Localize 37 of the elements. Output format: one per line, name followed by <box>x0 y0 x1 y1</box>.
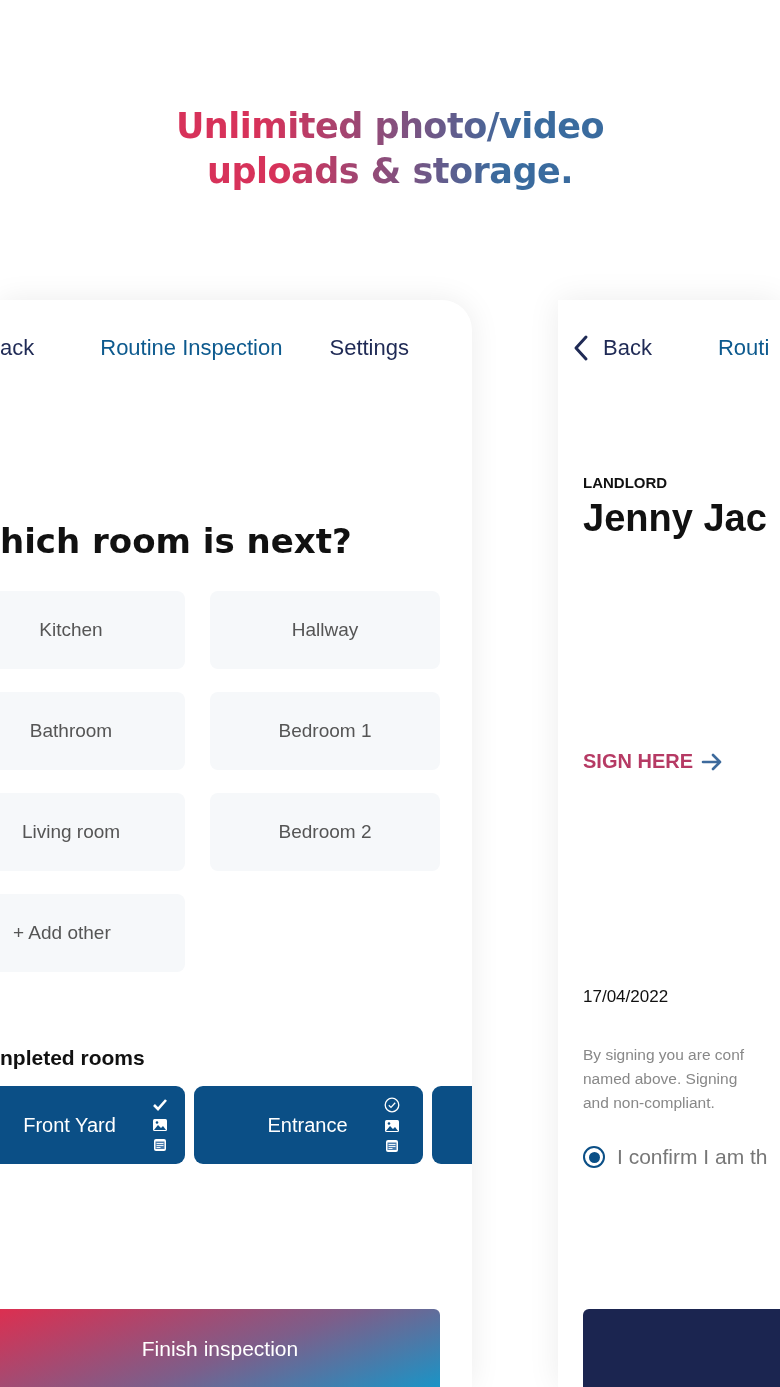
note-icon <box>152 1138 167 1152</box>
room-button[interactable]: Bedroom 2 <box>210 793 440 871</box>
notice-text: and non-compliant. <box>583 1093 716 1113</box>
radio-button[interactable] <box>583 1146 605 1168</box>
settings-link[interactable]: Settings <box>329 335 409 361</box>
check-circle-icon <box>383 1097 400 1113</box>
room-button[interactable]: Bedroom 1 <box>210 692 440 770</box>
add-room-button[interactable]: + Add other <box>0 894 185 972</box>
screen-title: Routine Inspection <box>100 335 283 361</box>
sign-here-link[interactable]: SIGN HERE <box>583 750 724 773</box>
room-button[interactable]: Bathroom <box>0 692 185 770</box>
signer-name: Jenny Jac <box>583 497 768 540</box>
image-icon <box>383 1119 400 1133</box>
completed-room-card[interactable]: Entrance <box>194 1086 423 1164</box>
image-icon <box>151 1118 168 1132</box>
role-label: LANDLORD <box>583 474 669 491</box>
screen-title: Routi <box>717 335 770 361</box>
chevron-left-icon <box>573 334 589 362</box>
heading: hich room is next? <box>0 521 353 561</box>
room-button[interactable]: Living room <box>0 793 185 871</box>
notice-text: By signing you are conf <box>583 1045 746 1065</box>
room-button[interactable]: Kitchen <box>0 591 185 669</box>
completed-room-card[interactable]: Front Yard <box>0 1086 185 1164</box>
arrow-right-icon <box>701 752 724 771</box>
sign-button[interactable] <box>583 1309 780 1387</box>
note-icon <box>384 1139 399 1153</box>
room-name: Entrance <box>267 1113 348 1137</box>
finish-inspection-button[interactable]: Finish inspection <box>0 1309 440 1387</box>
room-button[interactable]: Hallway <box>210 591 440 669</box>
check-icon <box>151 1098 168 1112</box>
confirm-label: I confirm I am th <box>617 1145 768 1169</box>
section-heading: npleted rooms <box>0 1046 146 1070</box>
date: 17/04/2022 <box>583 987 670 1007</box>
back-link[interactable]: Back <box>573 334 652 362</box>
notice-text: named above. Signing <box>583 1069 739 1089</box>
back-link[interactable]: ack <box>0 335 35 361</box>
room-name: Front Yard <box>23 1113 116 1137</box>
